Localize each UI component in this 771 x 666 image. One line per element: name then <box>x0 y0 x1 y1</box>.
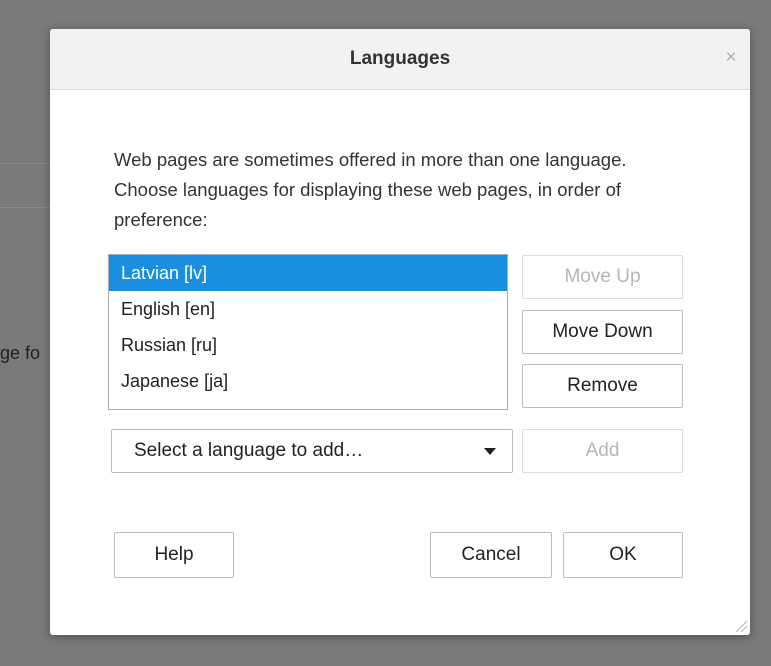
dialog-header: Languages × <box>50 29 750 90</box>
dialog-description: Web pages are sometimes offered in more … <box>114 149 627 230</box>
language-item-ru[interactable]: Russian [ru] <box>109 327 507 363</box>
move-down-button[interactable]: Move Down <box>522 310 683 354</box>
ok-button[interactable]: OK <box>563 532 683 578</box>
language-select-value: Select a language to add… <box>134 440 364 461</box>
close-icon[interactable]: × <box>722 47 740 69</box>
move-up-button[interactable]: Move Up <box>522 255 683 299</box>
add-button[interactable]: Add <box>522 429 683 473</box>
language-item-lv[interactable]: Latvian [lv] <box>109 255 507 291</box>
help-button[interactable]: Help <box>114 532 234 578</box>
language-item-ja[interactable]: Japanese [ja] <box>109 363 507 399</box>
dialog-title: Languages <box>349 48 451 69</box>
language-item-en[interactable]: English [en] <box>109 291 507 327</box>
background-partial-text: ge fo <box>0 343 41 363</box>
language-select[interactable]: Select a language to add… <box>111 429 513 473</box>
cancel-button[interactable]: Cancel <box>430 532 552 578</box>
language-list[interactable]: Latvian [lv] English [en] Russian [ru] J… <box>108 254 508 410</box>
languages-dialog: Languages × Web pages are sometimes offe… <box>50 29 750 635</box>
chevron-down-icon <box>484 448 496 455</box>
remove-button[interactable]: Remove <box>522 364 683 408</box>
resize-grip-icon[interactable] <box>734 619 748 633</box>
